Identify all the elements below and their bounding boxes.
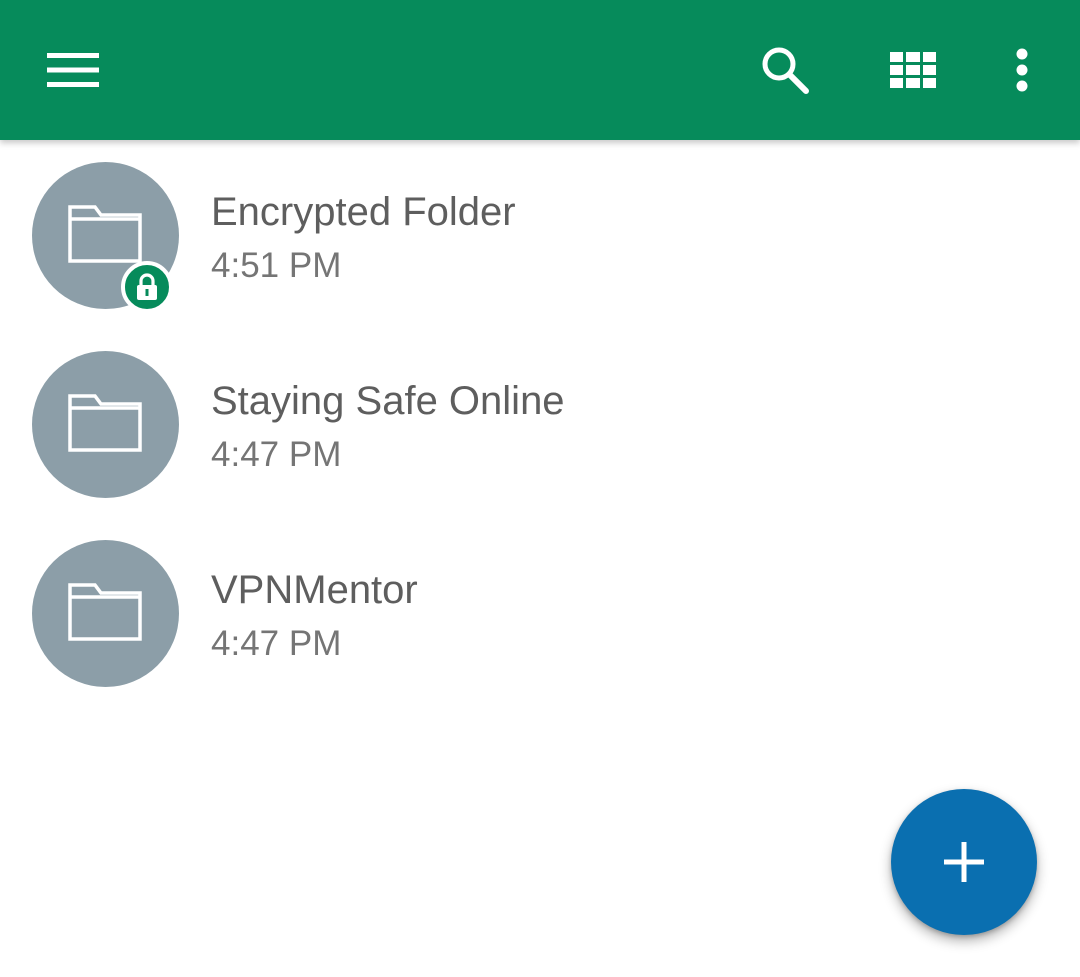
folder-avatar	[32, 162, 179, 313]
plus-icon	[944, 842, 984, 882]
hamburger-menu-icon	[47, 53, 99, 87]
list-item[interactable]: VPNMentor 4:47 PM	[0, 518, 1080, 707]
add-folder-button[interactable]	[891, 789, 1037, 935]
folder-avatar	[32, 540, 179, 687]
more-options-button[interactable]	[982, 30, 1062, 110]
folder-time: 4:47 PM	[211, 435, 342, 474]
folder-time: 4:47 PM	[211, 624, 342, 663]
lock-badge	[121, 261, 173, 313]
lock-icon	[137, 273, 157, 300]
menu-button[interactable]	[33, 30, 113, 110]
folder-title: Encrypted Folder	[211, 190, 516, 234]
grid-view-button[interactable]	[873, 30, 953, 110]
list-item[interactable]: Staying Safe Online 4:47 PM	[0, 329, 1080, 518]
app-bar	[0, 0, 1080, 140]
more-vertical-icon	[1016, 48, 1028, 92]
folder-icon	[68, 205, 142, 263]
grid-view-icon	[890, 52, 936, 88]
folder-icon	[68, 583, 142, 641]
list-item[interactable]: Encrypted Folder 4:51 PM	[0, 140, 1080, 329]
folder-title: VPNMentor	[211, 568, 418, 612]
folder-time: 4:51 PM	[211, 246, 342, 285]
search-button[interactable]	[745, 30, 825, 110]
folder-title: Staying Safe Online	[211, 379, 565, 423]
folder-avatar	[32, 351, 179, 498]
folder-icon	[68, 394, 142, 452]
search-icon	[762, 47, 809, 94]
